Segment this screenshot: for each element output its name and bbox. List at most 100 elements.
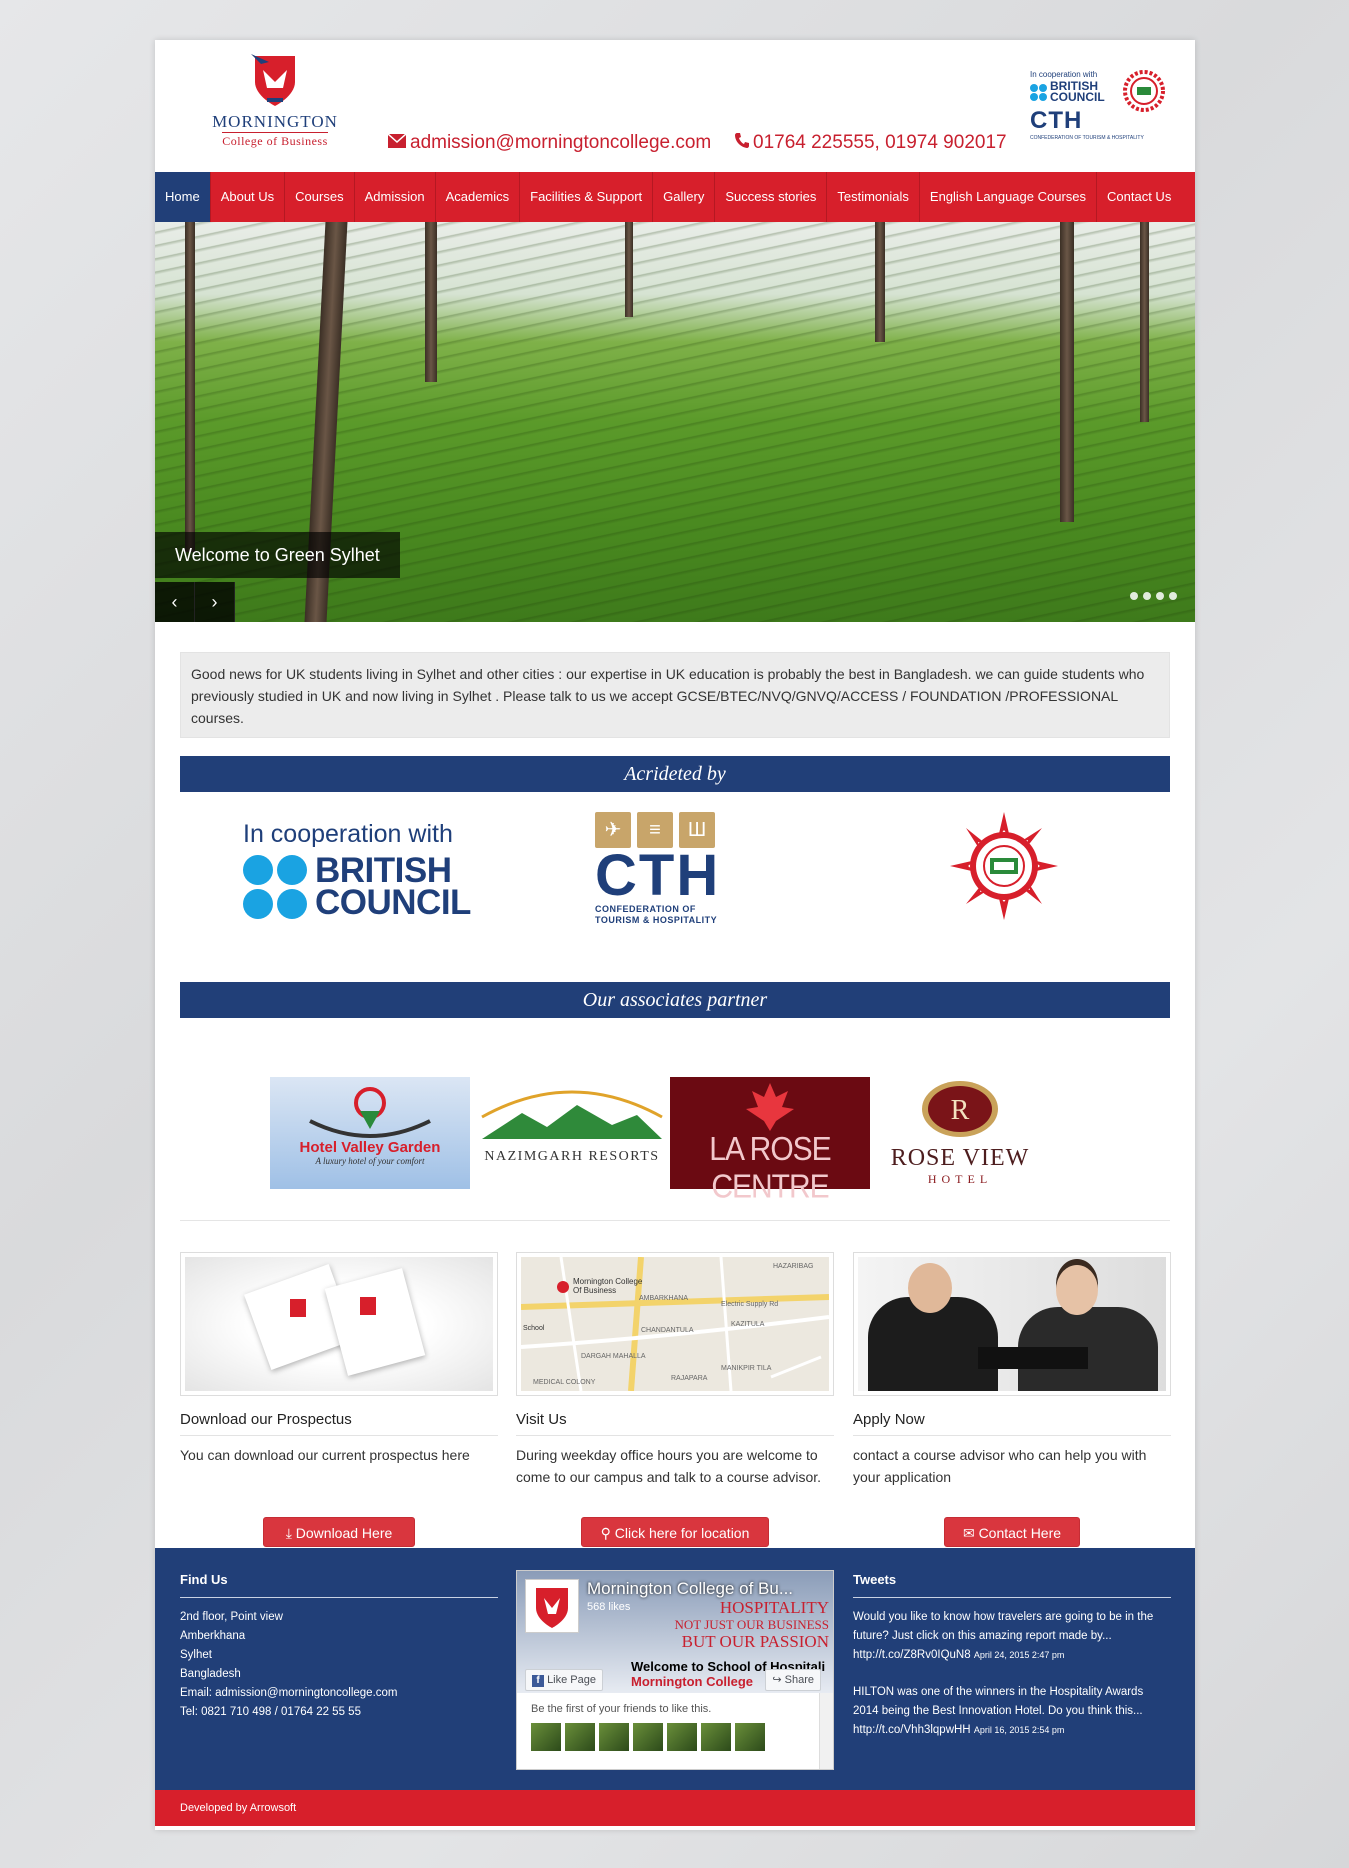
crest-icon [290, 1299, 306, 1317]
brochure-card [324, 1268, 426, 1376]
map-place: HAZARIBAG [773, 1263, 814, 1270]
map-place: RAJAPARA [671, 1375, 708, 1382]
british-council-dots-icon [1030, 83, 1047, 101]
hotel-valley-garden-logo[interactable]: Hotel Valley Garden A luxury hotel of yo… [270, 1077, 470, 1189]
nav-about-us[interactable]: About Us [211, 172, 286, 222]
avatar[interactable] [633, 1723, 663, 1751]
logo-name: MORNINGTON [212, 112, 338, 131]
logo-subtitle: College of Business [222, 132, 328, 148]
facebook-page-widget[interactable]: Mornington College of Bu... 568 likes HO… [516, 1570, 834, 1770]
avatar[interactable] [531, 1723, 561, 1751]
fb-like-page-button[interactable]: f Like Page [525, 1669, 603, 1691]
cth-word: CTH [595, 843, 721, 908]
location-button[interactable]: ⚲ Click here for location [581, 1517, 769, 1547]
fb-slogan-line: HOSPITALITY [719, 1598, 829, 1617]
map-place: School [523, 1325, 545, 1332]
avatar[interactable] [701, 1723, 731, 1751]
fb-friend-faces [531, 1723, 819, 1751]
fb-page-title[interactable]: Mornington College of Bu... [587, 1579, 793, 1599]
fb-scrollbar[interactable] [819, 1693, 833, 1769]
contact-button-label: Contact Here [978, 1525, 1062, 1541]
nav-success-stories[interactable]: Success stories [715, 172, 828, 222]
phone-icon [735, 132, 749, 154]
nav-facilities-support[interactable]: Facilities & Support [520, 172, 654, 222]
address-line: 2nd floor, Point view [180, 1611, 283, 1623]
badge-bc-text: BRITISH COUNCIL [1050, 79, 1105, 104]
map-place: KAZITULA [731, 1321, 765, 1328]
tweet-date: April 24, 2015 2:47 pm [973, 1650, 1065, 1660]
prospectus-text: You can download our current prospectus … [180, 1447, 470, 1463]
fb-share-button[interactable]: ↪ Share [765, 1669, 821, 1691]
notice-box: Good news for UK students living in Sylh… [180, 652, 1170, 738]
avatar[interactable] [599, 1723, 629, 1751]
header-accreditation-badges: In cooperation with BRITISH COUNCIL CTH … [1030, 70, 1165, 141]
map-label: Mornington College Of Business [573, 1277, 643, 1295]
slider-dot[interactable] [1143, 592, 1151, 600]
developer-credit[interactable]: Developed by Arrowsoft [155, 1790, 1195, 1826]
map-place: AMBARKHANA [639, 1295, 689, 1302]
facebook-icon: f [532, 1675, 544, 1687]
nav-contact-us[interactable]: Contact Us [1097, 172, 1181, 222]
address-line: Sylhet [180, 1649, 212, 1661]
tweets-title: Tweets [853, 1570, 1171, 1598]
education-board-seal-icon [1123, 70, 1165, 112]
address-line: Amberkhana [180, 1630, 246, 1642]
tweet-date: April 16, 2015 2:54 pm [973, 1725, 1065, 1735]
main-nav: Home About Us Courses Admission Academic… [155, 172, 1195, 222]
prospectus-card: Download our Prospectus You can download… [180, 1252, 498, 1547]
nazimgarh-resorts-logo[interactable]: NAZIMGARH RESORTS [477, 1077, 667, 1189]
site-footer: Find Us 2nd floor, Point view Amberkhana… [155, 1548, 1195, 1790]
download-button[interactable]: ⤓ Download Here [263, 1517, 415, 1547]
location-map[interactable]: Mornington College Of Business HAZARIBAG… [516, 1252, 834, 1396]
avatar[interactable] [667, 1723, 697, 1751]
fb-slogan: HOSPITALITY NOT JUST OUR BUSINESS BUT OU… [675, 1599, 829, 1650]
tweets: Tweets Would you like to know how travel… [853, 1570, 1171, 1758]
footer-tel: Tel: 0821 710 498 / 01764 22 55 55 [180, 1706, 361, 1718]
rose-view-hotel-logo[interactable]: R ROSE VIEW HOTEL [875, 1077, 1045, 1189]
download-button-label: Download Here [295, 1525, 393, 1541]
chevron-right-icon[interactable]: › [195, 582, 235, 622]
tree-trunk [625, 222, 633, 317]
nav-testimonials[interactable]: Testimonials [827, 172, 920, 222]
share-icon: ↪ [772, 1674, 785, 1686]
slider-dot[interactable] [1156, 592, 1164, 600]
person-face [1056, 1265, 1098, 1315]
la-rose-centre-logo[interactable]: LA ROSE CENTRE [670, 1077, 870, 1205]
rose-view-sub: HOTEL [927, 1172, 993, 1186]
slider-dot[interactable] [1169, 592, 1177, 600]
tree-trunk [1140, 222, 1149, 422]
svg-text:R: R [951, 1095, 970, 1126]
fb-slogan-line: NOT JUST OUR BUSINESS [674, 1617, 829, 1632]
crest-icon [360, 1297, 376, 1315]
nav-academics[interactable]: Academics [436, 172, 521, 222]
location-button-label: Click here for location [614, 1525, 750, 1541]
prospectus-image [180, 1252, 498, 1396]
footer-email[interactable]: Email: admission@morningtoncollege.com [180, 1684, 498, 1703]
nav-home[interactable]: Home [155, 172, 211, 222]
apply-now-card: Apply Now contact a course advisor who c… [853, 1252, 1171, 1547]
tweet-item[interactable]: Would you like to know how travelers are… [853, 1608, 1171, 1665]
chevron-left-icon[interactable]: ‹ [155, 582, 195, 622]
tree-trunk [425, 222, 437, 382]
tree-trunk [875, 222, 885, 342]
tweet-item[interactable]: HILTON was one of the winners in the Hos… [853, 1683, 1171, 1740]
crest-icon [249, 52, 301, 108]
fb-profile-picture[interactable] [525, 1579, 579, 1633]
visit-us-title: Visit Us [516, 1411, 834, 1436]
header-email[interactable]: admission@morningtoncollege.com [387, 132, 711, 154]
slider-dot[interactable] [1130, 592, 1138, 600]
avatar[interactable] [565, 1723, 595, 1751]
british-council-logo: In cooperation with BRITISH COUNCIL [243, 820, 483, 920]
nav-gallery[interactable]: Gallery [653, 172, 716, 222]
slider-arrows: ‹ › [155, 582, 235, 622]
hero-slider[interactable]: Welcome to Green Sylhet ‹ › [155, 222, 1195, 622]
badge-cth-sub: CONFEDERATION OF TOURISM & HOSPITALITY [1030, 135, 1144, 141]
nav-english-language-courses[interactable]: English Language Courses [920, 172, 1098, 222]
college-logo[interactable]: MORNINGTON College of Business [205, 52, 345, 156]
nav-admission[interactable]: Admission [355, 172, 436, 222]
fb-cover: Mornington College of Bu... 568 likes HO… [517, 1571, 833, 1693]
contact-button[interactable]: ✉ Contact Here [944, 1517, 1080, 1547]
avatar[interactable] [735, 1723, 765, 1751]
nav-courses[interactable]: Courses [285, 172, 355, 222]
fb-friends-text: Be the first of your friends to like thi… [531, 1703, 712, 1715]
